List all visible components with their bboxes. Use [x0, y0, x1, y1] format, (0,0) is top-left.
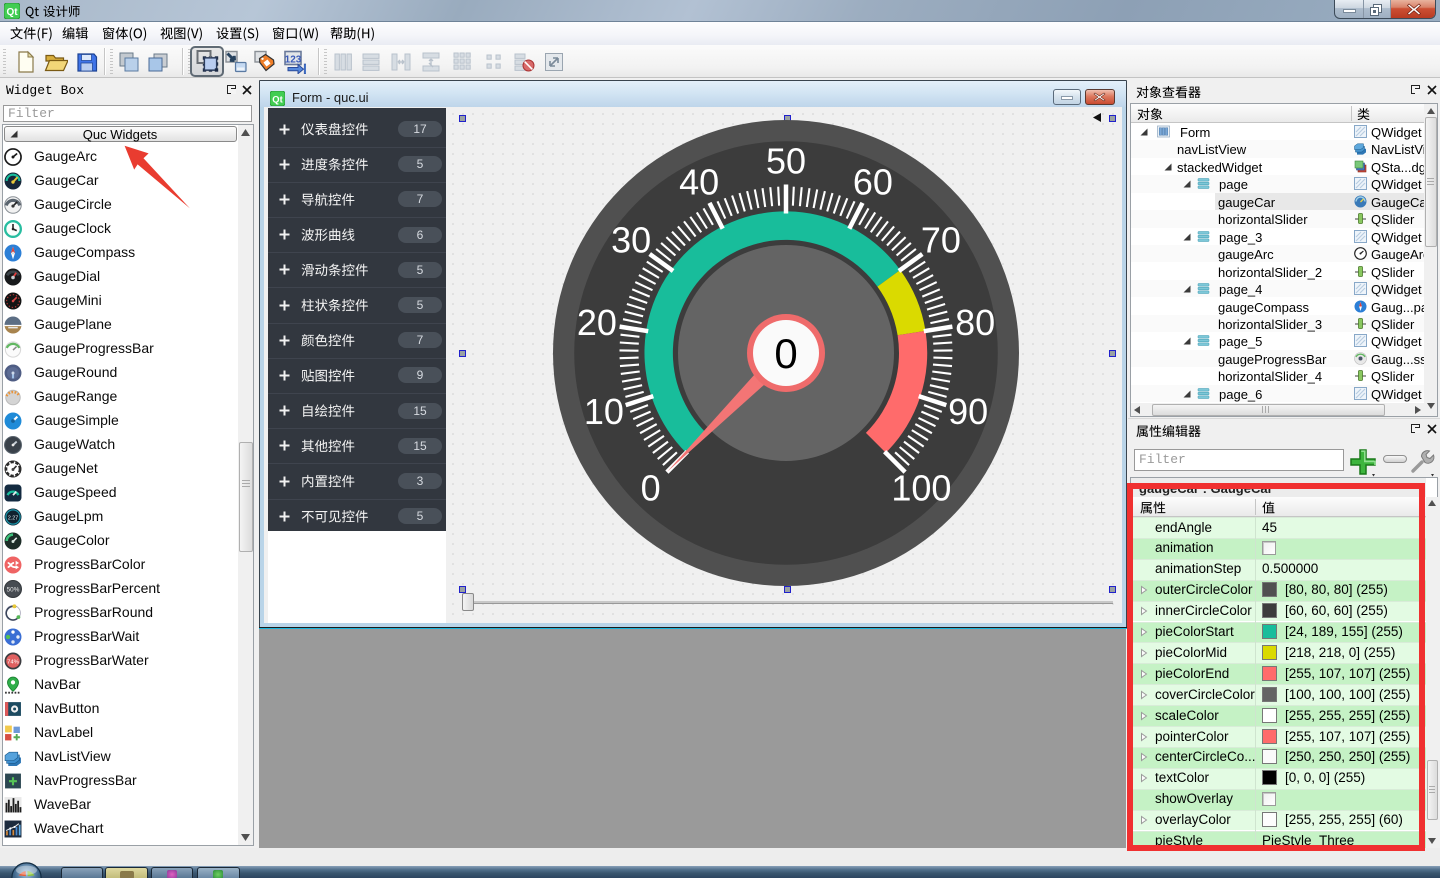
svg-text:Qt: Qt — [272, 94, 282, 104]
svg-text:60: 60 — [853, 161, 893, 202]
svg-text:10: 10 — [584, 391, 624, 432]
svg-text:40: 40 — [679, 161, 719, 202]
svg-text:70: 70 — [921, 219, 961, 260]
svg-text:80: 80 — [955, 302, 995, 343]
svg-text:0: 0 — [641, 467, 661, 508]
svg-text:90: 90 — [948, 391, 988, 432]
svg-text:20: 20 — [577, 302, 617, 343]
svg-text:0: 0 — [774, 330, 797, 377]
svg-text:2.27: 2.27 — [8, 516, 18, 522]
svg-text:30: 30 — [611, 219, 651, 260]
svg-text:50%: 50% — [7, 587, 20, 594]
svg-text:123: 123 — [285, 55, 302, 66]
svg-text:50: 50 — [766, 141, 806, 182]
svg-text:Qt: Qt — [6, 7, 18, 18]
svg-text:100: 100 — [891, 467, 951, 508]
svg-text:74%: 74% — [7, 659, 20, 665]
